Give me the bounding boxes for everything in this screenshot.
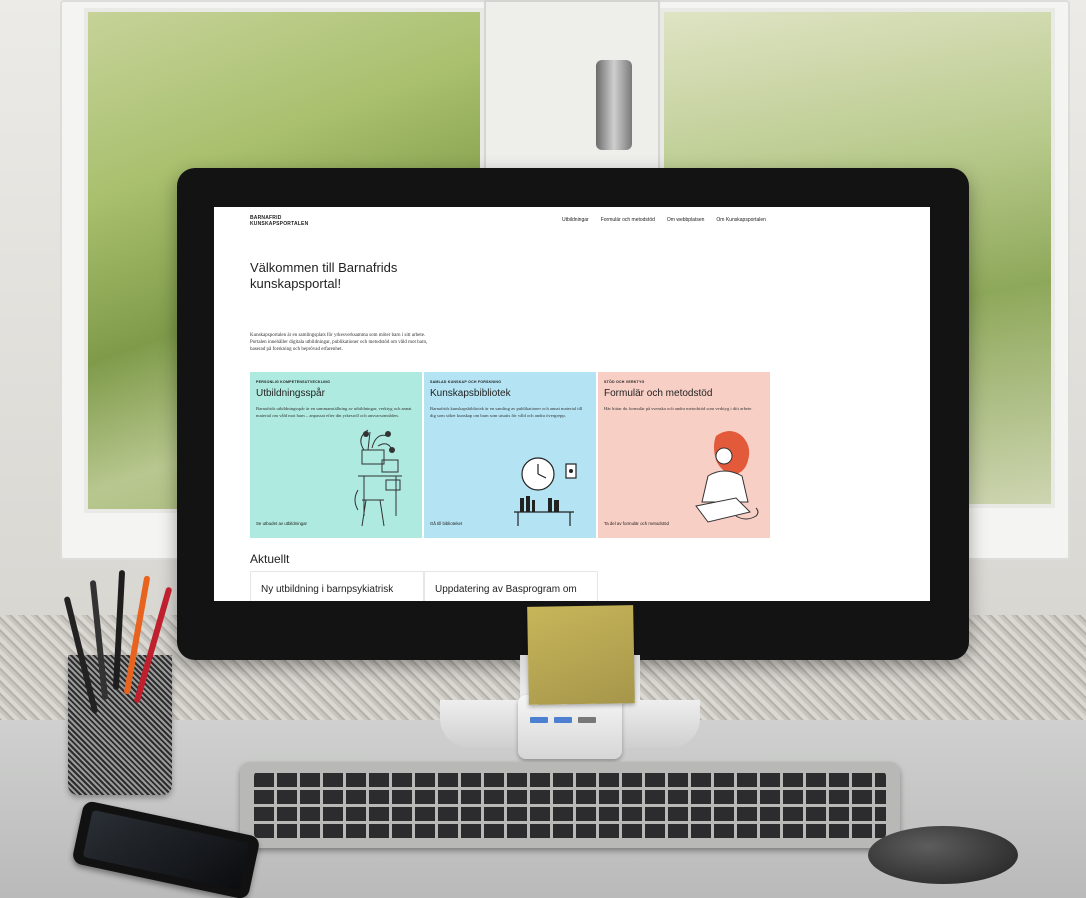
card-utbildningsspar[interactable]: PERSONLIG KOMPETENSUTVECKLING Utbildning… [250,372,422,538]
card-slot[interactable] [578,717,596,723]
news-card-title: Ny utbildning i barnpsykiatrisk [261,584,394,595]
person-laptop-illustration-icon [695,431,759,523]
main-nav: Utbildningar Formulär och metodstöd Om w… [562,217,902,225]
card-title: Kunskapsbibliotek [430,388,511,399]
card-eyebrow: PERSONLIG KOMPETENSUTVECKLING [256,380,331,384]
card-formular[interactable]: STÖD OCH VERKTYG Formulär och metodstöd … [598,372,770,538]
card-description: Här hittar du formulär på svenska och an… [604,406,753,411]
news-card-title: Uppdatering av Basprogram om [435,584,577,595]
card-description: Barnafrids kunskapsbibliotek är en samli… [430,406,583,418]
sticky-note [527,605,635,705]
logo-line2: KUNSKAPSPORTALEN [250,221,309,227]
keyboard[interactable] [240,762,900,848]
clock-bookshelf-illustration-icon [514,457,577,526]
nav-item-formular[interactable]: Formulär och metodstöd [601,217,655,225]
website-screen: BARNAFRID KUNSKAPSPORTALEN Utbildningar … [214,207,930,601]
usb-port[interactable] [554,717,572,723]
nav-item-utbildningar[interactable]: Utbildningar [562,217,589,225]
mouse[interactable] [868,826,1018,884]
nav-item-om-webbplatsen[interactable]: Om webbplatsen [667,217,705,225]
keyboard-keys[interactable] [254,772,886,838]
news-card[interactable]: Uppdatering av Basprogram om [424,571,598,601]
card-link[interactable]: Se utbudet av utbildningar [256,521,307,526]
site-logo[interactable]: BARNAFRID KUNSKAPSPORTALEN [250,215,308,227]
window-handle [596,60,632,150]
card-link[interactable]: Gå till biblioteket [430,521,462,526]
news-card[interactable]: Ny utbildning i barnpsykiatrisk [250,571,424,601]
intro-text: Kunskapsportalen är en samlingsplats för… [250,333,428,352]
window-mullion [484,0,660,170]
usb-port[interactable] [530,717,548,723]
nav-item-om-kunskapsportalen[interactable]: Om Kunskapsportalen [716,217,765,225]
card-link[interactable]: Ta del av formulär och metodstöd [604,521,669,526]
card-description: Barnafrids utbildningsspår är en sammans… [256,406,412,418]
news-heading: Aktuellt [250,552,290,566]
desk-plant-illustration-icon [354,429,402,527]
card-title: Formulär och metodstöd [604,388,713,399]
card-kunskapsbibliotek[interactable]: SAMLAD KUNSKAP OCH FORSKNING Kunskapsbib… [424,372,596,538]
card-eyebrow: SAMLAD KUNSKAP OCH FORSKNING [430,380,502,384]
card-title: Utbildningsspår [256,388,325,399]
hero-title: Välkommen till Barnafrids kunskapsportal… [250,259,398,291]
card-eyebrow: STÖD OCH VERKTYG [604,380,645,384]
desk-scene: BARNAFRID KUNSKAPSPORTALEN Utbildningar … [0,0,1086,898]
